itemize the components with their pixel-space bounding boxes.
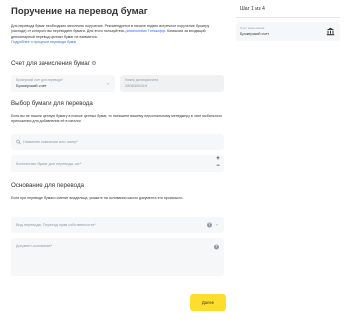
help-icon[interactable]: ?	[207, 222, 212, 228]
bank-icon	[326, 27, 335, 36]
chevron-down-icon: ⌄	[105, 80, 110, 86]
security-section-title: Выбор бумаги для перевода	[11, 100, 93, 107]
help-icon[interactable]: ?	[214, 244, 219, 250]
account-summary-label: Счет зачисления	[240, 26, 265, 30]
broker-account-label: Брокерский счет для перевода*	[16, 78, 63, 82]
broker-account-value: Брокерский счет	[16, 82, 47, 88]
intro-text-part1: Для перевода бумаг необходимо заполнить …	[11, 24, 177, 28]
stepper-controls: + −	[215, 156, 221, 171]
basis-section-title: Основание для перевода	[11, 182, 84, 189]
document-basis-textarea[interactable]: Документ-основание* ?	[11, 238, 224, 276]
step-indicator: Шаг 1 из 4	[240, 6, 265, 12]
broker-account-select[interactable]: Брокерский счет для перевода* Брокерский…	[11, 75, 115, 92]
requisites-link[interactable]: реквизитами	[125, 29, 146, 33]
transfer-type-label: Вид перевода: Переход прав собственности…	[16, 223, 96, 227]
intro-text: Для перевода бумаг необходимо заполнить …	[11, 24, 224, 46]
security-description: Если вы не нашли ценную бумагу в поиске …	[11, 114, 222, 124]
quantity-placeholder: Количество бумаг для перевода, шт*	[16, 161, 82, 166]
document-basis-label: Документ-основание*	[16, 244, 53, 248]
account-summary-card: Счет зачисления Брокерский счет	[236, 22, 340, 41]
security-search-input[interactable]: Название компании или тикер*	[11, 134, 224, 150]
account-summary-value: Брокерский счет	[240, 31, 270, 36]
quantity-stepper[interactable]: Количество бумаг для перевода, шт* + −	[11, 155, 224, 172]
search-icon	[16, 139, 21, 145]
increment-button[interactable]: +	[215, 156, 221, 163]
transfer-type-select[interactable]: Вид перевода: Переход прав собственности…	[11, 217, 224, 233]
page-title: Поручение на перевод бумаг	[11, 6, 148, 17]
account-section-heading: Счет для зачисления бумаг?	[11, 60, 96, 67]
sidebar-divider	[236, 17, 340, 18]
tinkoff-link[interactable]: Тинькофф	[148, 29, 165, 33]
basis-description: Если при переводе бумаги сменит владельц…	[11, 196, 184, 200]
contract-number-field: Номер договора/счета 2808306419	[120, 75, 224, 92]
chevron-down-icon: ⌄	[214, 221, 219, 228]
contract-number-label: Номер договора/счета	[125, 78, 159, 82]
contract-number-value: 2808306419	[125, 82, 148, 88]
next-button[interactable]: Далее	[190, 294, 226, 311]
more-info-link[interactable]: Подробнее о процессе перевода бумаг	[11, 40, 77, 44]
decrement-button[interactable]: −	[215, 163, 221, 170]
account-section-title: Счет для зачисления бумаг	[11, 60, 90, 67]
security-search-placeholder: Название компании или тикер*	[23, 140, 78, 144]
info-icon[interactable]: ?	[92, 61, 96, 66]
